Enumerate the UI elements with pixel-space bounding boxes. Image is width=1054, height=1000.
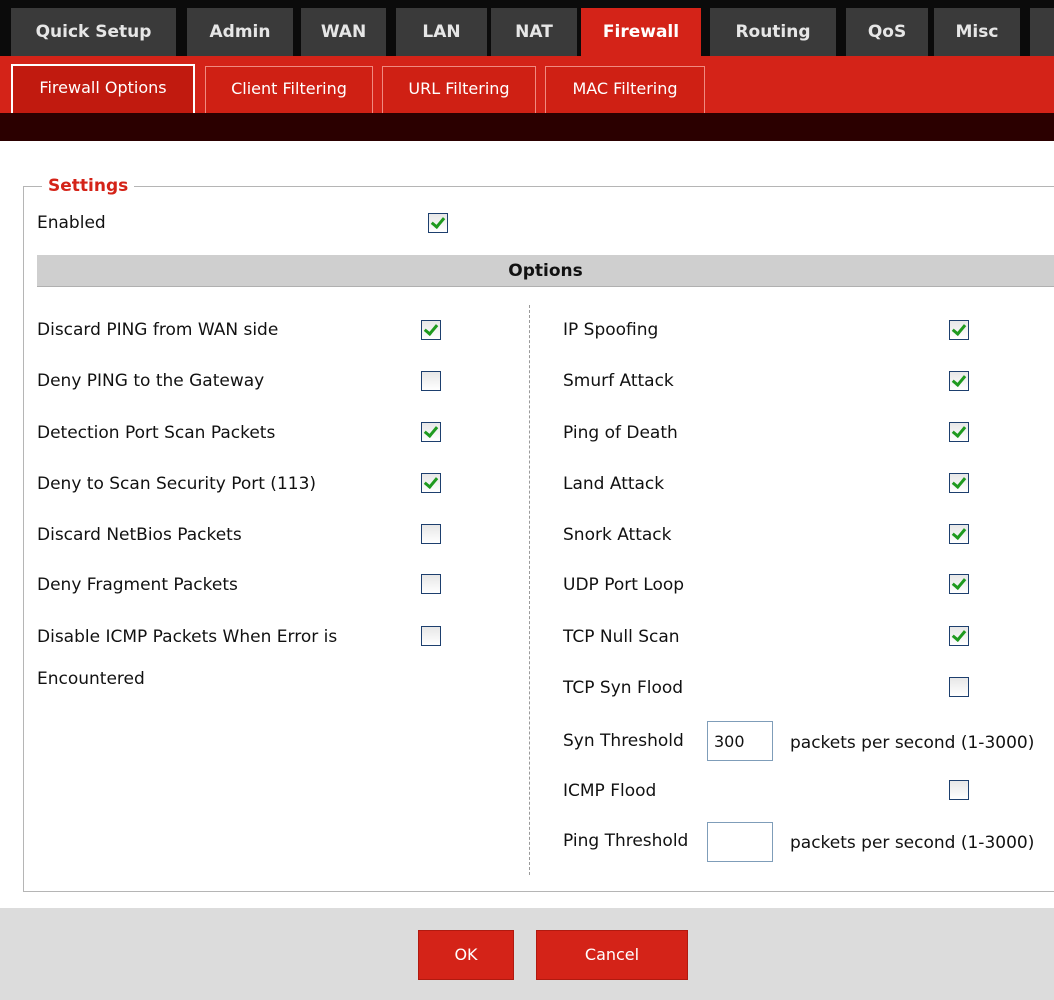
ok-button[interactable]: OK: [418, 930, 514, 980]
ping-threshold-unit: packets per second (1-3000): [790, 833, 1035, 853]
checkbox-deny-fragment[interactable]: [421, 574, 441, 594]
footer-bar: [0, 908, 1054, 1000]
ping-threshold-label: Ping Threshold: [563, 831, 689, 851]
option-label-ping-of-death: Ping of Death: [563, 423, 678, 443]
checkbox-icmp-flood[interactable]: [949, 780, 969, 800]
checkbox-ip-spoofing[interactable]: [949, 320, 969, 340]
enabled-checkbox[interactable]: [428, 213, 448, 233]
subtab-url-filtering[interactable]: URL Filtering: [382, 66, 536, 113]
checkbox-tcp-syn-flood[interactable]: [949, 677, 969, 697]
option-label-snork-attack: Snork Attack: [563, 525, 672, 545]
subtab-client-filtering[interactable]: Client Filtering: [205, 66, 373, 113]
option-label-deny-fragment: Deny Fragment Packets: [37, 575, 238, 595]
checkbox-snork-attack[interactable]: [949, 524, 969, 544]
checkbox-smurf-attack[interactable]: [949, 371, 969, 391]
options-header: Options: [37, 255, 1054, 287]
tab-admin[interactable]: Admin: [187, 8, 293, 56]
tab-qos[interactable]: QoS: [846, 8, 928, 56]
settings-legend: Settings: [42, 174, 135, 198]
checkbox-ping-of-death[interactable]: [949, 422, 969, 442]
top-navigation: Quick Setup Admin WAN LAN NAT Firewall R…: [0, 0, 1054, 56]
checkbox-tcp-null-scan[interactable]: [949, 626, 969, 646]
syn-threshold-label: Syn Threshold: [563, 731, 684, 751]
tab-lan[interactable]: LAN: [396, 8, 487, 56]
tab-nat[interactable]: NAT: [491, 8, 577, 56]
option-label-smurf-attack: Smurf Attack: [563, 371, 674, 391]
tab-firewall[interactable]: Firewall: [581, 8, 701, 56]
option-label-icmp-flood: ICMP Flood: [563, 781, 657, 801]
cancel-button[interactable]: Cancel: [536, 930, 688, 980]
option-label-udp-port-loop: UDP Port Loop: [563, 575, 685, 595]
option-label-discard-netbios: Discard NetBios Packets: [37, 525, 242, 545]
enabled-label: Enabled: [37, 213, 106, 233]
option-label-disable-icmp-error-line2: Encountered: [37, 669, 145, 689]
option-label-tcp-null-scan: TCP Null Scan: [563, 627, 680, 647]
checkbox-disable-icmp-error[interactable]: [421, 626, 441, 646]
option-label-disable-icmp-error: Disable ICMP Packets When Error is: [37, 627, 338, 647]
header-divider-bar: [0, 113, 1054, 141]
option-label-deny-scan-security-port: Deny to Scan Security Port (113): [37, 474, 317, 494]
checkbox-deny-ping-gateway[interactable]: [421, 371, 441, 391]
ping-threshold-input[interactable]: [707, 822, 773, 862]
tab-misc[interactable]: Misc: [934, 8, 1020, 56]
option-label-deny-ping-gateway: Deny PING to the Gateway: [37, 371, 265, 391]
tab-quick-setup[interactable]: Quick Setup: [11, 8, 176, 56]
checkbox-udp-port-loop[interactable]: [949, 574, 969, 594]
checkbox-discard-netbios[interactable]: [421, 524, 441, 544]
option-label-land-attack: Land Attack: [563, 474, 665, 494]
column-divider: [529, 305, 530, 875]
checkbox-discard-ping-wan[interactable]: [421, 320, 441, 340]
option-label-detection-port-scan: Detection Port Scan Packets: [37, 423, 276, 443]
checkbox-deny-scan-security-port[interactable]: [421, 473, 441, 493]
checkbox-land-attack[interactable]: [949, 473, 969, 493]
syn-threshold-input[interactable]: [707, 721, 773, 761]
tab-overflow[interactable]: [1030, 8, 1054, 56]
subtab-firewall-options[interactable]: Firewall Options: [11, 64, 195, 113]
sub-navigation: Firewall Options Client Filtering URL Fi…: [0, 56, 1054, 113]
checkbox-detection-port-scan[interactable]: [421, 422, 441, 442]
tab-wan[interactable]: WAN: [301, 8, 386, 56]
tab-routing[interactable]: Routing: [710, 8, 836, 56]
syn-threshold-unit: packets per second (1-3000): [790, 733, 1035, 753]
option-label-ip-spoofing: IP Spoofing: [563, 320, 659, 340]
option-label-discard-ping-wan: Discard PING from WAN side: [37, 320, 279, 340]
subtab-mac-filtering[interactable]: MAC Filtering: [545, 66, 705, 113]
option-label-tcp-syn-flood: TCP Syn Flood: [563, 678, 684, 698]
